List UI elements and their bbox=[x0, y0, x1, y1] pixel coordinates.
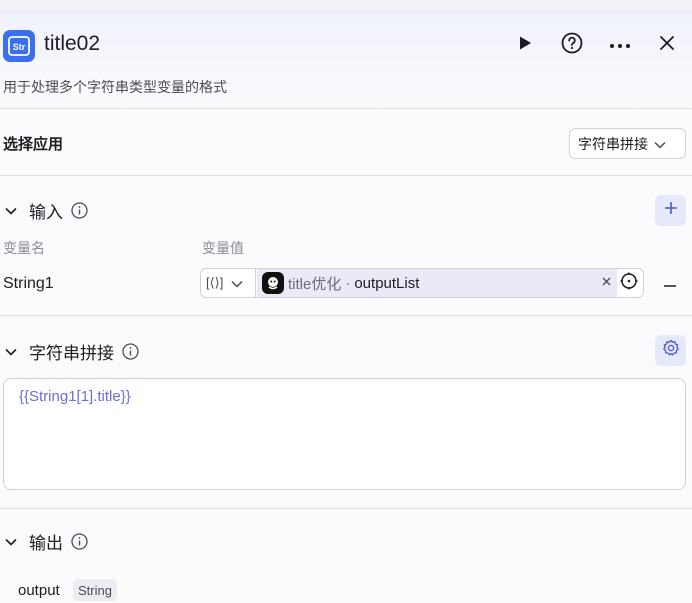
plus-icon bbox=[664, 201, 678, 220]
output-section-header[interactable]: 输出 bbox=[5, 529, 88, 554]
input-section-title: 输入 bbox=[29, 203, 63, 222]
reference-separator: · bbox=[345, 274, 351, 292]
node-config-panel: Str title02 用于处理多个字符串类型变量的格式 选择应用 字符串拼接 bbox=[0, 0, 692, 603]
node-title[interactable]: title02 bbox=[44, 32, 100, 56]
app-select-value: 字符串拼接 bbox=[578, 135, 648, 152]
column-header-name: 变量名 bbox=[3, 240, 45, 256]
info-icon[interactable] bbox=[71, 202, 88, 219]
info-icon[interactable] bbox=[122, 343, 139, 360]
concat-section-title: 字符串拼接 bbox=[29, 344, 114, 363]
output-section-title: 输出 bbox=[29, 534, 63, 553]
top-strip bbox=[0, 0, 692, 12]
value-type-toggle[interactable]: [⟨⟩] bbox=[201, 269, 256, 297]
help-icon bbox=[561, 32, 583, 59]
collapse-chevron-icon[interactable] bbox=[5, 207, 19, 215]
divider bbox=[0, 315, 692, 316]
run-button[interactable] bbox=[511, 31, 539, 59]
collapse-chevron-icon[interactable] bbox=[5, 538, 19, 546]
node-description: 用于处理多个字符串类型变量的格式 bbox=[3, 79, 227, 95]
gear-icon bbox=[662, 339, 680, 362]
divider bbox=[0, 175, 692, 176]
close-button[interactable] bbox=[653, 31, 681, 59]
variable-value-field[interactable]: [⟨⟩] title优化 · outputList bbox=[200, 268, 644, 298]
select-reference-button[interactable] bbox=[619, 272, 639, 295]
input-section-header[interactable]: 输入 bbox=[5, 198, 88, 223]
concat-section-header[interactable]: 字符串拼接 bbox=[5, 339, 139, 364]
target-icon bbox=[620, 272, 638, 295]
array-type-symbol: [⟨⟩] bbox=[206, 275, 224, 290]
collapse-chevron-icon[interactable] bbox=[5, 348, 19, 356]
string-node-icon: Str bbox=[3, 30, 35, 62]
divider bbox=[0, 108, 692, 109]
app-select-label: 选择应用 bbox=[3, 136, 64, 153]
column-header-value: 变量值 bbox=[202, 240, 244, 256]
clear-reference-button[interactable] bbox=[600, 275, 612, 289]
more-button[interactable] bbox=[606, 31, 634, 59]
info-icon[interactable] bbox=[71, 533, 88, 550]
variable-name[interactable]: String1 bbox=[3, 275, 54, 293]
node-avatar-icon bbox=[262, 272, 284, 294]
output-type-badge: String bbox=[73, 579, 117, 601]
chevron-down-icon bbox=[231, 276, 243, 291]
remove-variable-button[interactable] bbox=[660, 272, 680, 294]
variable-reference-chip[interactable]: title优化 · outputList bbox=[257, 269, 617, 297]
clear-icon bbox=[602, 273, 611, 291]
concat-settings-button[interactable] bbox=[655, 335, 686, 366]
close-icon bbox=[659, 35, 675, 56]
concat-template-editor[interactable]: {{String1[1].title}} bbox=[3, 378, 686, 490]
output-variable-name: output bbox=[18, 582, 60, 599]
minus-icon bbox=[664, 274, 676, 292]
reference-node-name: title优化 bbox=[288, 275, 342, 293]
divider bbox=[0, 508, 692, 509]
more-icon bbox=[609, 36, 631, 54]
concat-template-text: {{String1[1].title}} bbox=[19, 388, 131, 405]
help-button[interactable] bbox=[558, 31, 586, 59]
reference-variable-name: outputList bbox=[354, 274, 420, 292]
app-select-dropdown[interactable]: 字符串拼接 bbox=[569, 128, 686, 159]
play-icon bbox=[517, 35, 533, 56]
string-node-icon-text: Str bbox=[13, 42, 26, 52]
add-variable-button[interactable] bbox=[655, 195, 686, 226]
chevron-down-icon bbox=[654, 136, 666, 152]
